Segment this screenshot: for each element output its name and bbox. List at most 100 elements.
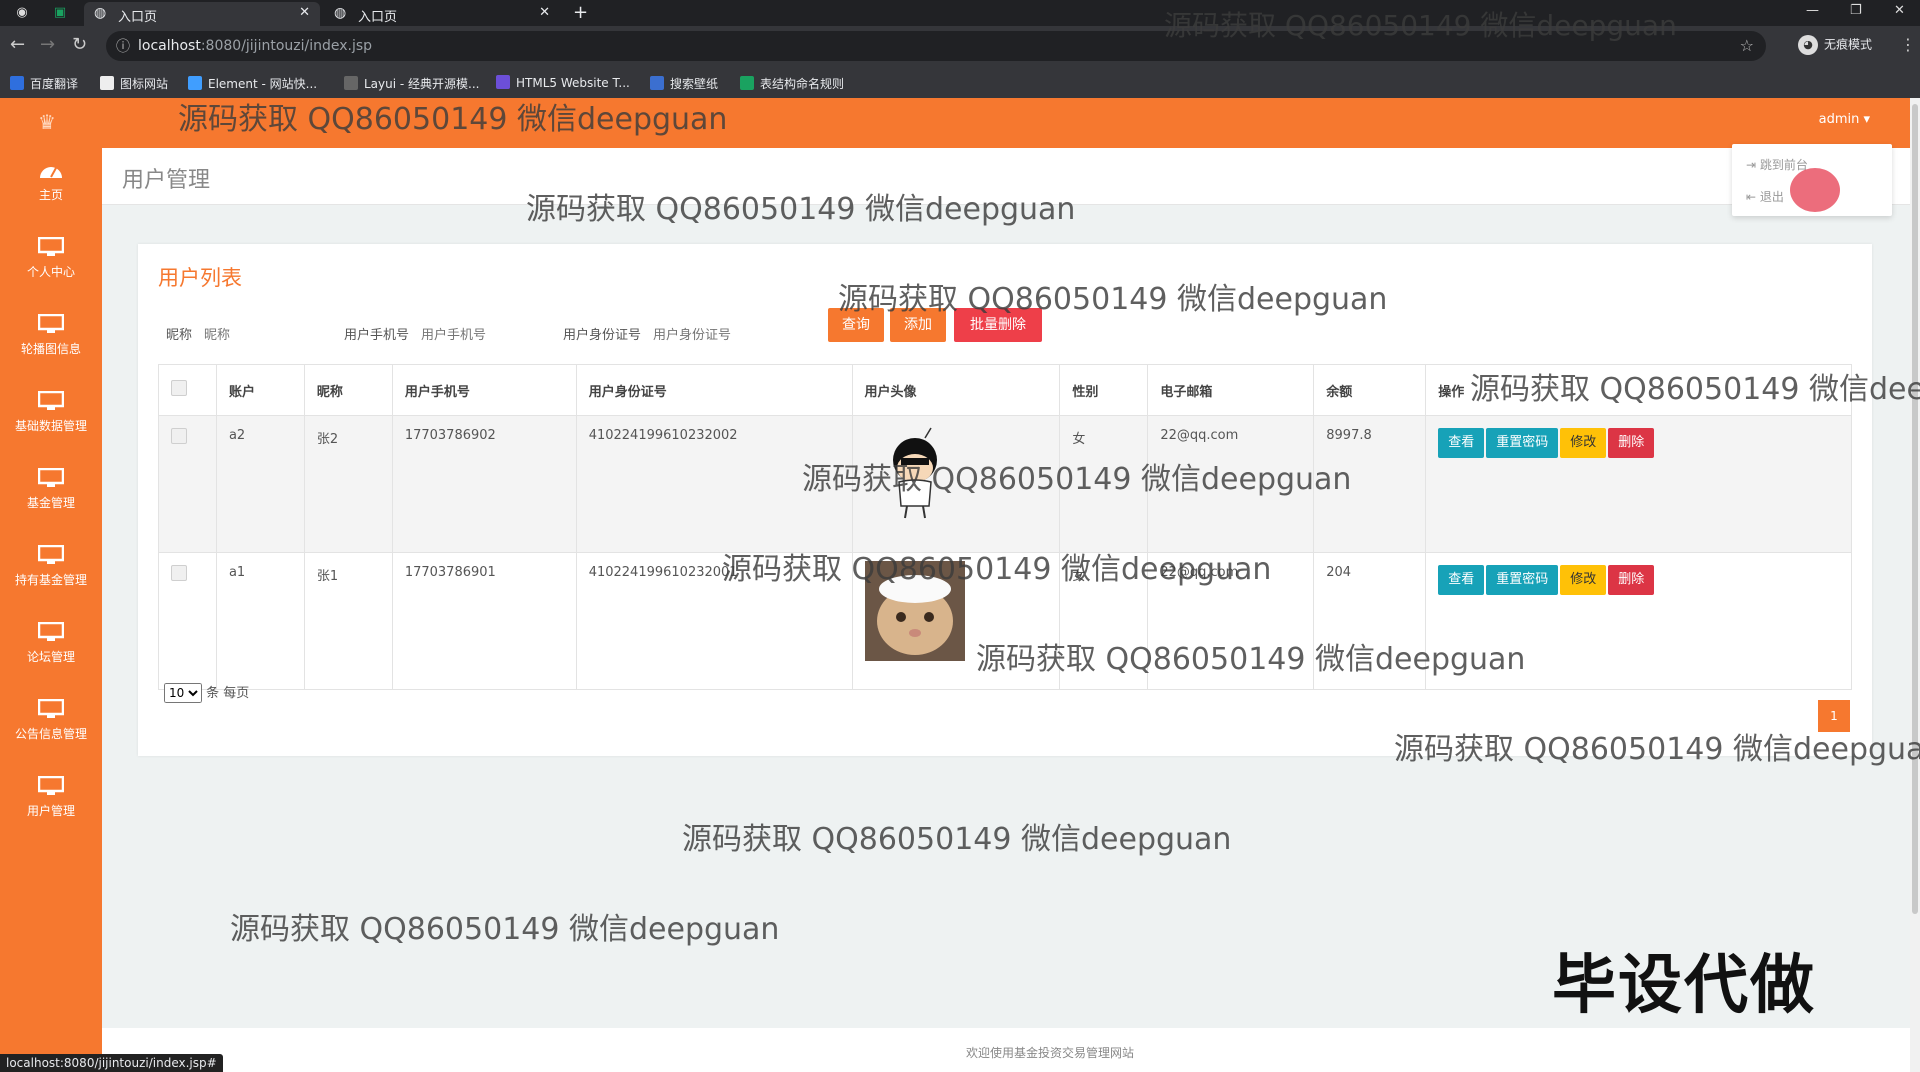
sidebar-item-home[interactable]: 主页 (0, 160, 102, 230)
star-icon[interactable]: ☆ (1740, 36, 1754, 55)
more-icon[interactable]: ⋮ (1900, 35, 1916, 54)
app-icon[interactable]: ▣ (50, 3, 70, 23)
tab-2[interactable]: ◍ 入口页 ✕ (324, 2, 560, 26)
minimize-icon[interactable]: — (1806, 3, 1819, 18)
bookmark-icon (650, 76, 664, 90)
actions-cell: 查看 重置密码 修改 删除 (1425, 415, 1852, 553)
column-header: 电子邮箱 (1147, 364, 1315, 416)
search-label: 用户手机号 (344, 328, 410, 343)
nickname-input[interactable] (202, 327, 327, 344)
monitor-icon (38, 699, 64, 718)
select-all-checkbox[interactable] (171, 380, 187, 396)
sidebar-item-carousel[interactable]: 轮播图信息 (0, 314, 102, 384)
bookmark-item[interactable]: 图标网站 (100, 75, 168, 92)
click-indicator (1790, 168, 1840, 212)
chrome-menu-icon[interactable]: ◉ (12, 3, 32, 23)
phone-input[interactable] (419, 327, 544, 344)
url-text: localhost:8080/jijintouzi/index.jsp (138, 38, 372, 54)
info-icon[interactable]: ⓘ (116, 36, 130, 56)
url-host: localhost (138, 38, 201, 54)
incognito-icon: ◕ (1798, 35, 1818, 55)
checkbox-cell (158, 552, 217, 690)
close-icon[interactable]: ✕ (299, 5, 310, 20)
tab-1[interactable]: ◍ 入口页 ✕ (84, 2, 320, 26)
reset-password-button[interactable]: 重置密码 (1486, 565, 1559, 595)
row-checkbox[interactable] (171, 428, 187, 444)
edit-button[interactable]: 修改 (1560, 428, 1607, 458)
page-title: 用户管理 (122, 168, 211, 193)
view-button[interactable]: 查看 (1438, 428, 1485, 458)
sidebar-item-label: 基础数据管理 (14, 419, 87, 433)
monitor-icon (38, 314, 64, 333)
bookmark-label: HTML5 Website T... (516, 76, 630, 90)
bookmark-item[interactable]: HTML5 Website T... (496, 75, 630, 90)
bookmark-item[interactable]: Layui - 经典开源模... (344, 75, 479, 92)
menu-item-logout[interactable]: ⇤ 退出 (1746, 188, 1784, 205)
bookmark-icon (740, 76, 754, 90)
url-path: :8080/jijintouzi/index.jsp (200, 38, 373, 54)
sidebar-item-basic-data[interactable]: 基础数据管理 (0, 391, 102, 461)
checkbox-cell (158, 415, 217, 553)
bookmark-item[interactable]: 搜索壁纸 (650, 75, 718, 92)
bookmark-icon (496, 75, 510, 89)
sidebar-item-forum[interactable]: 论坛管理 (0, 622, 102, 692)
forward-icon[interactable]: → (40, 34, 55, 55)
sidebar-item-label: 主页 (38, 188, 63, 202)
logout-icon: ⇤ (1746, 190, 1760, 204)
nickname-cell: 张2 (303, 415, 393, 553)
new-tab-button[interactable]: + (573, 2, 588, 23)
tab-title: 入口页 (358, 10, 398, 25)
menu-item-frontend[interactable]: ⇥ 跳到前台 (1746, 156, 1808, 173)
edit-button[interactable]: 修改 (1560, 565, 1607, 595)
menu-item-label: 跳到前台 (1759, 158, 1808, 172)
watermark: 源码获取 QQ86050149 微信deepguan (682, 822, 1232, 857)
bookmark-label: 百度翻译 (30, 77, 79, 91)
sidebar-item-notices[interactable]: 公告信息管理 (0, 699, 102, 769)
phone-cell: 17703786902 (391, 415, 577, 553)
idcard-input[interactable] (651, 327, 776, 344)
back-icon[interactable]: ← (10, 34, 25, 55)
search-label: 昵称 (166, 328, 193, 343)
sidebar-item-holdings[interactable]: 持有基金管理 (0, 545, 102, 615)
account-cell: a1 (215, 552, 305, 690)
monitor-icon (38, 545, 64, 564)
sidebar-item-profile[interactable]: 个人中心 (0, 237, 102, 307)
close-window-icon[interactable]: ✕ (1894, 3, 1905, 18)
user-menu-toggle[interactable]: admin ▾ (1819, 112, 1870, 127)
watermark: 源码获取 QQ86050149 微信deepguan (802, 462, 1352, 497)
watermark: 源码获取 QQ86050149 微信deepguan (838, 282, 1388, 317)
close-icon[interactable]: ✕ (539, 5, 550, 20)
reload-icon[interactable]: ↻ (72, 34, 87, 55)
watermark: 源码获取 QQ86050149 微信deepguan (1470, 372, 1920, 407)
bookmark-label: Layui - 经典开源模... (364, 77, 480, 91)
view-button[interactable]: 查看 (1438, 565, 1485, 595)
globe-icon: ◍ (94, 5, 107, 21)
bookmark-label: 表结构命名规则 (760, 77, 845, 91)
scrollbar-thumb[interactable] (1912, 104, 1918, 914)
delete-button[interactable]: 删除 (1608, 565, 1655, 595)
sidebar-item-funds[interactable]: 基金管理 (0, 468, 102, 538)
menu-item-label: 退出 (1759, 190, 1784, 204)
bookmark-label: 搜索壁纸 (670, 77, 719, 91)
reset-password-button[interactable]: 重置密码 (1486, 428, 1559, 458)
globe-icon: ◍ (334, 5, 347, 21)
incognito-indicator[interactable]: ◕ 无痕模式 (1798, 35, 1872, 55)
bookmark-item[interactable]: 表结构命名规则 (740, 75, 844, 92)
restore-icon[interactable]: ❐ (1850, 3, 1862, 18)
search-nickname: 昵称 (166, 324, 327, 344)
page-size-select[interactable]: 10 (164, 683, 202, 703)
sidebar-item-users[interactable]: 用户管理 (0, 776, 102, 846)
bookmark-item[interactable]: 百度翻译 (10, 75, 78, 92)
footer: 欢迎使用基金投资交易管理网站 (102, 1028, 1910, 1072)
row-checkbox[interactable] (171, 565, 187, 581)
sidebar-item-label: 基金管理 (26, 496, 75, 510)
monitor-icon (38, 468, 64, 487)
search-idcard: 用户身份证号 (563, 324, 776, 344)
monitor-icon (38, 237, 64, 256)
dashboard-icon (40, 167, 62, 178)
watermark: 源码获取 QQ86050149 微信deepguan (722, 552, 1272, 587)
sidebar-item-label: 个人中心 (26, 265, 75, 279)
bookmark-item[interactable]: Element - 网站快... (188, 75, 317, 92)
delete-button[interactable]: 删除 (1608, 428, 1655, 458)
column-header: 用户身份证号 (575, 364, 853, 416)
